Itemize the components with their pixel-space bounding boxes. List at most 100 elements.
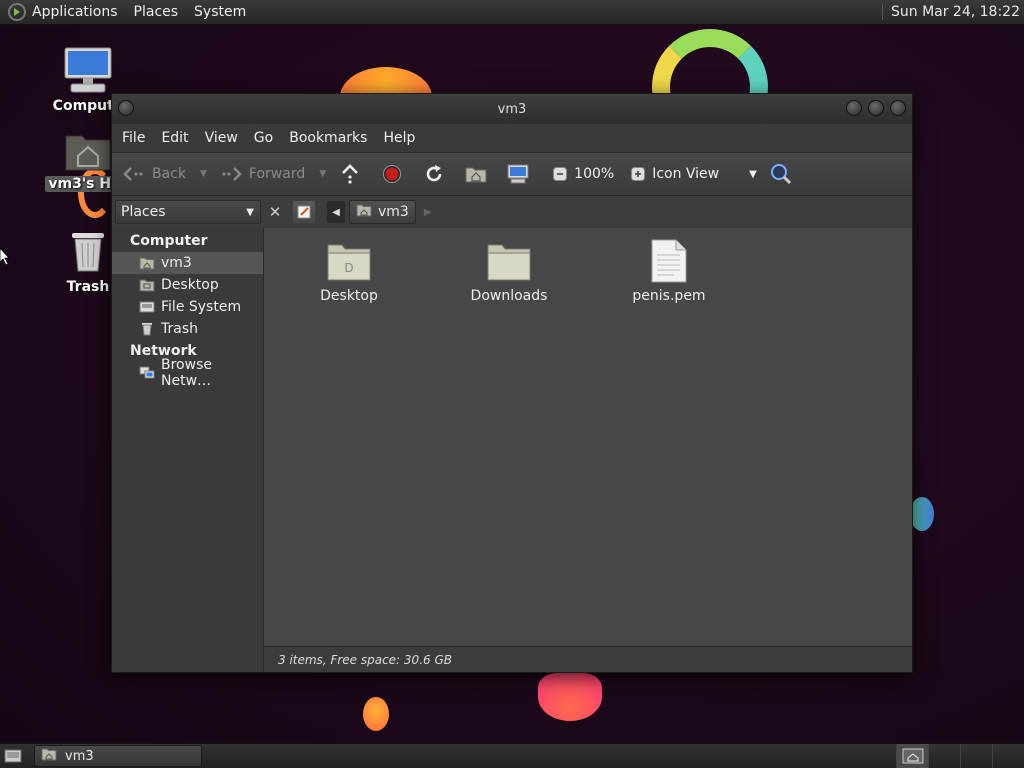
file-name: Desktop [320,288,378,304]
mouse-pointer-icon [0,248,10,266]
search-button[interactable] [769,162,799,186]
sidebar-item-vm3[interactable]: vm3 [112,252,263,274]
panel-clock[interactable]: Sun Mar 24, 18:22 [881,4,1020,20]
drive-icon [139,300,155,314]
workspace-2[interactable] [928,744,960,768]
svg-text:D: D [344,261,353,275]
workspace-4[interactable] [992,744,1024,768]
window-menu-button[interactable] [118,100,134,116]
sidebar-item-label: vm3 [161,255,192,271]
up-button[interactable] [338,162,368,186]
workspace-switcher [896,744,1024,768]
desktop-icon-label: Trash [66,279,110,295]
computer-icon [64,47,112,93]
home-button[interactable] [464,162,494,186]
menu-edit[interactable]: Edit [161,130,188,146]
back-arrow-icon [122,162,146,186]
close-side-pane-icon[interactable]: ✕ [265,202,285,222]
computer-icon [506,162,530,186]
home-icon [356,203,372,221]
file-item-downloads[interactable]: Downloads [454,238,564,304]
text-file-icon [614,238,724,284]
computer-button[interactable] [506,162,536,186]
minimize-button[interactable] [846,100,862,116]
zoom-in-button[interactable]: Icon View ▼ [626,162,757,186]
network-icon [139,366,155,380]
home-folder-icon [65,135,111,171]
taskbar-window-label: vm3 [65,748,94,764]
menu-help[interactable]: Help [383,130,415,146]
taskbar-window-button[interactable]: vm3 [34,745,202,767]
panel-menu: Applications Places System [0,0,262,24]
breadcrumb-label: vm3 [378,204,409,220]
menu-bookmarks[interactable]: Bookmarks [289,130,367,146]
status-text: 3 items, Free space: 30.6 GB [278,652,452,667]
workspace-3[interactable] [960,744,992,768]
edit-icon [297,205,311,219]
breadcrumb-vm3[interactable]: vm3 [349,200,416,224]
sidebar-item-label: Browse Netw… [161,357,212,389]
show-desktop-icon [4,749,22,763]
path-left-arrow-icon[interactable]: ◀ [327,201,345,223]
sidebar-item-browse-network[interactable]: Browse Netw… [112,357,263,389]
home-folder-icon [464,162,488,186]
path-right-arrow-icon[interactable]: ▶ [424,207,432,218]
sidebar-item-file-system[interactable]: File System [112,296,263,318]
maximize-button[interactable] [868,100,884,116]
menu-view[interactable]: View [205,130,238,146]
window-titlebar[interactable]: vm3 [112,94,912,124]
sidebar-item-label: Desktop [161,277,219,293]
location-edit-button[interactable] [293,201,315,223]
forward-button[interactable]: Forward ▼ [219,162,326,186]
status-bar: 3 items, Free space: 30.6 GB [264,646,912,672]
content-area: Computer vm3 Desktop File System Trash N… [112,228,912,672]
window-thumbnail-icon [902,748,923,764]
desktop-folder-icon [139,278,155,292]
back-dropdown-icon[interactable]: ▼ [200,169,207,179]
trash-icon [139,322,155,336]
file-manager-window: vm3 File Edit View Go Bookmarks Help Bac… [111,93,913,673]
back-label: Back [152,166,186,182]
workspace-1[interactable] [896,744,928,768]
show-desktop-button[interactable] [2,746,24,766]
side-pane-selector-label: Places [121,204,166,220]
zoom-out-icon [548,162,572,186]
zoom-out-button[interactable]: 100% [548,162,614,186]
toolbar: Back ▼ Forward ▼ 100% Icon View ▼ [112,152,912,196]
sidebar-item-label: File System [161,299,242,315]
forward-dropdown-icon[interactable]: ▼ [319,169,326,179]
bottom-panel: vm3 [0,743,1024,768]
file-item-penis-pem[interactable]: penis.pem [614,238,724,304]
reload-button[interactable] [422,162,452,186]
distro-logo-icon[interactable] [8,3,26,21]
home-folder-icon [41,747,57,765]
sidebar-item-desktop[interactable]: Desktop [112,274,263,296]
side-pane-selector[interactable]: Places ▼ [115,200,261,224]
view-mode-dropdown-icon[interactable]: ▼ [749,169,757,180]
close-button[interactable] [890,100,906,116]
places-menu[interactable]: Places [134,4,179,20]
stop-icon [380,162,404,186]
desktop-folder-icon: D [294,238,404,284]
search-icon [769,162,793,186]
back-button[interactable]: Back ▼ [122,162,207,186]
view-mode-select[interactable]: Icon View [652,166,719,182]
places-sidebar: Computer vm3 Desktop File System Trash N… [112,228,264,672]
menu-go[interactable]: Go [254,130,273,146]
file-item-desktop[interactable]: D Desktop [294,238,404,304]
sidebar-item-trash[interactable]: Trash [112,318,263,340]
zoom-in-icon [626,162,650,186]
file-view[interactable]: D Desktop Downloads penis.pem 3 items, F… [264,228,912,672]
window-title: vm3 [497,101,527,117]
up-arrow-icon [338,162,362,186]
top-panel: Applications Places System Sun Mar 24, 1… [0,0,1024,25]
stop-button[interactable] [380,162,410,186]
sidebar-item-label: Trash [161,321,198,337]
applications-menu[interactable]: Applications [32,4,118,20]
folder-icon [454,238,564,284]
menu-file[interactable]: File [122,130,145,146]
forward-arrow-icon [219,162,243,186]
system-menu[interactable]: System [194,4,246,20]
zoom-level[interactable]: 100% [574,166,614,182]
file-name: penis.pem [632,288,706,304]
